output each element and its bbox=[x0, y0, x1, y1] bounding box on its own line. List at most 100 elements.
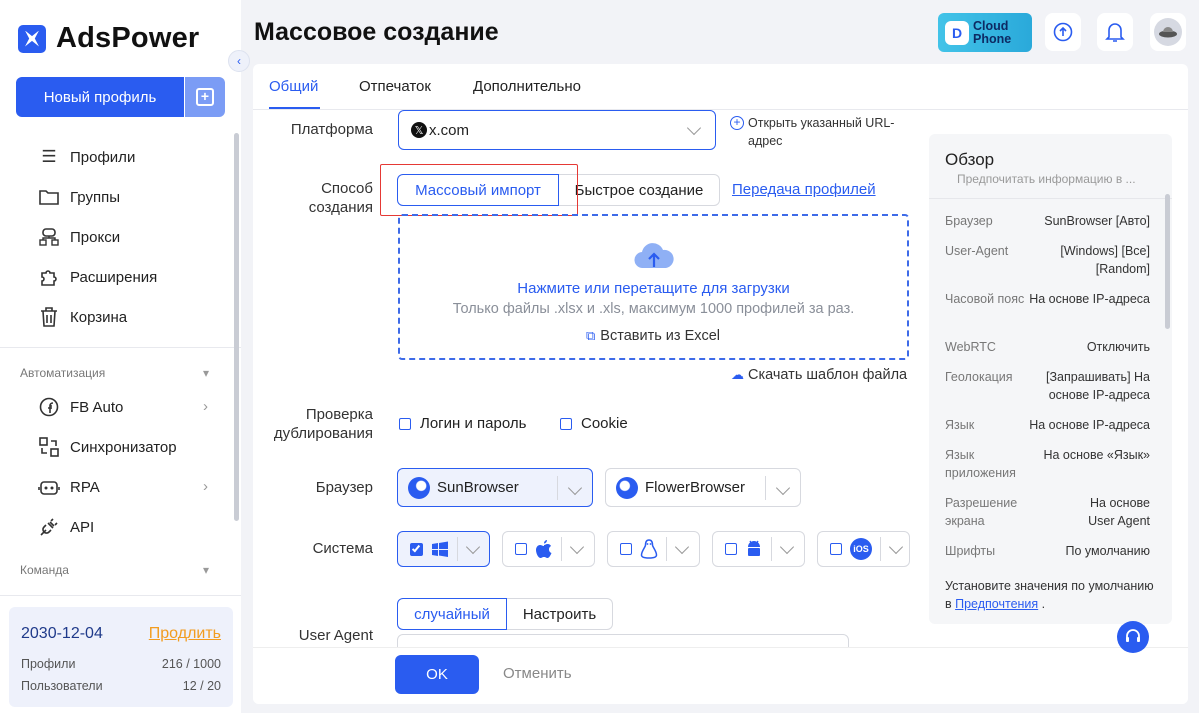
network-icon bbox=[38, 227, 60, 247]
renew-link[interactable]: Продлить bbox=[149, 625, 221, 643]
chevron-down-icon[interactable] bbox=[775, 480, 791, 495]
sidebar-item-label: FB Auto bbox=[70, 398, 124, 416]
headset-icon bbox=[1126, 629, 1140, 642]
cloud-phone-icon: D bbox=[945, 20, 969, 45]
overview-divider bbox=[929, 198, 1172, 199]
sidebar-item-api[interactable]: API bbox=[38, 515, 94, 539]
ua-custom-button[interactable]: Настроить bbox=[507, 598, 613, 630]
sidebar-item-label: Синхронизатор bbox=[70, 438, 177, 456]
chevron-down-icon[interactable] bbox=[567, 480, 583, 495]
sidebar-item-proxy[interactable]: Прокси bbox=[38, 225, 120, 249]
ufo-icon bbox=[1159, 27, 1177, 38]
tabs-divider bbox=[253, 109, 1188, 110]
open-url-link[interactable]: Открыть указанный URL- адрес bbox=[748, 114, 894, 150]
checkbox[interactable] bbox=[410, 542, 423, 556]
system-label: Система bbox=[312, 540, 373, 557]
sidebar-item-groups[interactable]: Группы bbox=[38, 185, 120, 209]
checkbox[interactable] bbox=[620, 543, 632, 555]
os-android-option[interactable] bbox=[712, 531, 805, 567]
notifications-button[interactable] bbox=[1097, 13, 1133, 51]
upload-hint: Только файлы .xlsx и .xls, максимум 1000… bbox=[452, 301, 855, 317]
chevron-down-icon[interactable] bbox=[569, 539, 585, 554]
chevron-right-icon: › bbox=[203, 478, 208, 495]
overview-row: Шрифты По умолчанию bbox=[945, 544, 1150, 558]
chevron-down-icon[interactable] bbox=[888, 539, 904, 554]
avatar bbox=[1154, 18, 1182, 46]
cookie-checkbox[interactable]: Cookie bbox=[560, 415, 628, 432]
login-password-checkbox[interactable]: Логин и пароль bbox=[399, 415, 526, 432]
sidebar-scrollbar[interactable] bbox=[234, 133, 239, 521]
cloud-download-icon: ☁ bbox=[731, 367, 744, 382]
sidebar-item-extensions[interactable]: Расширения bbox=[38, 265, 157, 289]
plug-icon bbox=[38, 517, 60, 537]
os-macos-option[interactable] bbox=[502, 531, 595, 567]
download-template-link[interactable]: ☁ Скачать шаблон файла bbox=[731, 367, 907, 383]
os-linux-option[interactable] bbox=[607, 531, 700, 567]
overview-footer: Установите значения по умолчанию в Предп… bbox=[945, 579, 1154, 611]
team-section-label: Команда bbox=[20, 563, 69, 577]
cloud-upload-icon bbox=[634, 243, 674, 269]
windows-icon bbox=[432, 541, 448, 557]
overview-subtitle[interactable]: Предпочитать информацию в ... bbox=[957, 172, 1136, 186]
checkbox[interactable] bbox=[560, 417, 572, 430]
cloud-phone-button[interactable]: D Cloud Phone bbox=[938, 13, 1032, 52]
sidebar-item-fb-auto[interactable]: FB Auto bbox=[38, 395, 123, 419]
overview-row: Разрешение экрана На основе User Agent bbox=[945, 496, 1150, 528]
batch-add-button[interactable]: + bbox=[185, 77, 225, 117]
preferences-link[interactable]: Предпочтения bbox=[955, 597, 1038, 611]
sidebar-item-trash[interactable]: Корзина bbox=[38, 305, 127, 329]
ua-random-button[interactable]: случайный bbox=[397, 598, 507, 630]
support-chat-button[interactable] bbox=[1117, 621, 1149, 653]
flowerbrowser-option[interactable]: FlowerBrowser bbox=[605, 468, 801, 507]
overview-scrollbar[interactable] bbox=[1165, 194, 1170, 329]
checkbox[interactable] bbox=[399, 417, 411, 430]
robot-icon bbox=[38, 477, 60, 497]
chevron-down-icon[interactable]: ▾ bbox=[203, 366, 209, 380]
tab-general[interactable]: Общий bbox=[269, 78, 318, 95]
user-menu-button[interactable] bbox=[1150, 13, 1186, 51]
adspower-logo-icon bbox=[18, 24, 46, 53]
sidebar-divider bbox=[0, 595, 241, 596]
file-upload-area[interactable]: Нажмите или перетащите для загрузки Толь… bbox=[398, 214, 909, 360]
puzzle-icon bbox=[38, 267, 60, 287]
sidebar-item-label: Группы bbox=[70, 188, 120, 206]
chevron-down-icon[interactable]: ▾ bbox=[203, 563, 209, 577]
sunbrowser-option[interactable]: SunBrowser bbox=[397, 468, 593, 507]
upload-title: Нажмите или перетащите для загрузки bbox=[517, 280, 790, 297]
new-profile-button[interactable]: Новый профиль bbox=[16, 77, 184, 117]
overview-panel: Обзор Предпочитать информацию в ... Брау… bbox=[929, 134, 1172, 624]
app-name: AdsPower bbox=[56, 22, 200, 54]
chevron-down-icon[interactable] bbox=[779, 539, 795, 554]
tab-advanced[interactable]: Дополнительно bbox=[473, 78, 581, 95]
platform-select[interactable]: 𝕏 x.com bbox=[398, 110, 716, 150]
tab-fingerprint[interactable]: Отпечаток bbox=[359, 78, 431, 95]
checkbox[interactable] bbox=[515, 543, 527, 555]
chevron-down-icon[interactable] bbox=[674, 539, 690, 554]
ok-button[interactable]: OK bbox=[395, 655, 479, 694]
page-title: Массовое создание bbox=[254, 18, 499, 46]
paste-from-excel-button[interactable]: ⧉ Вставить из Excel bbox=[586, 328, 720, 344]
collapse-sidebar-button[interactable]: ‹ bbox=[228, 50, 250, 72]
refresh-icon bbox=[1053, 22, 1073, 42]
os-windows-option[interactable] bbox=[397, 531, 490, 567]
quick-create-button[interactable]: Быстрое создание bbox=[559, 174, 720, 206]
checkbox[interactable] bbox=[830, 543, 842, 555]
app-logo[interactable]: AdsPower bbox=[18, 22, 199, 55]
users-usage: Пользователи 12 / 20 bbox=[21, 679, 221, 693]
add-url-icon[interactable]: + bbox=[730, 116, 744, 130]
os-ios-option[interactable]: iOS bbox=[817, 531, 910, 567]
transfer-profiles-link[interactable]: Передача профилей bbox=[732, 181, 876, 198]
checkbox[interactable] bbox=[725, 543, 737, 555]
cancel-button[interactable]: Отменить bbox=[503, 665, 572, 682]
chevron-right-icon: › bbox=[203, 398, 208, 415]
sidebar-item-synchronizer[interactable]: Синхронизатор bbox=[38, 435, 177, 459]
sidebar-item-rpa[interactable]: RPA bbox=[38, 475, 100, 499]
sidebar-item-label: Корзина bbox=[70, 308, 128, 326]
platform-label: Платформа bbox=[290, 121, 373, 138]
update-button[interactable] bbox=[1045, 13, 1081, 51]
sidebar-item-profiles[interactable]: ☰ Профили bbox=[38, 145, 135, 169]
chevron-down-icon[interactable] bbox=[465, 539, 481, 554]
sidebar-item-label: RPA bbox=[70, 478, 100, 496]
highlight-box bbox=[380, 164, 578, 216]
excel-icon: ⧉ bbox=[586, 328, 596, 343]
